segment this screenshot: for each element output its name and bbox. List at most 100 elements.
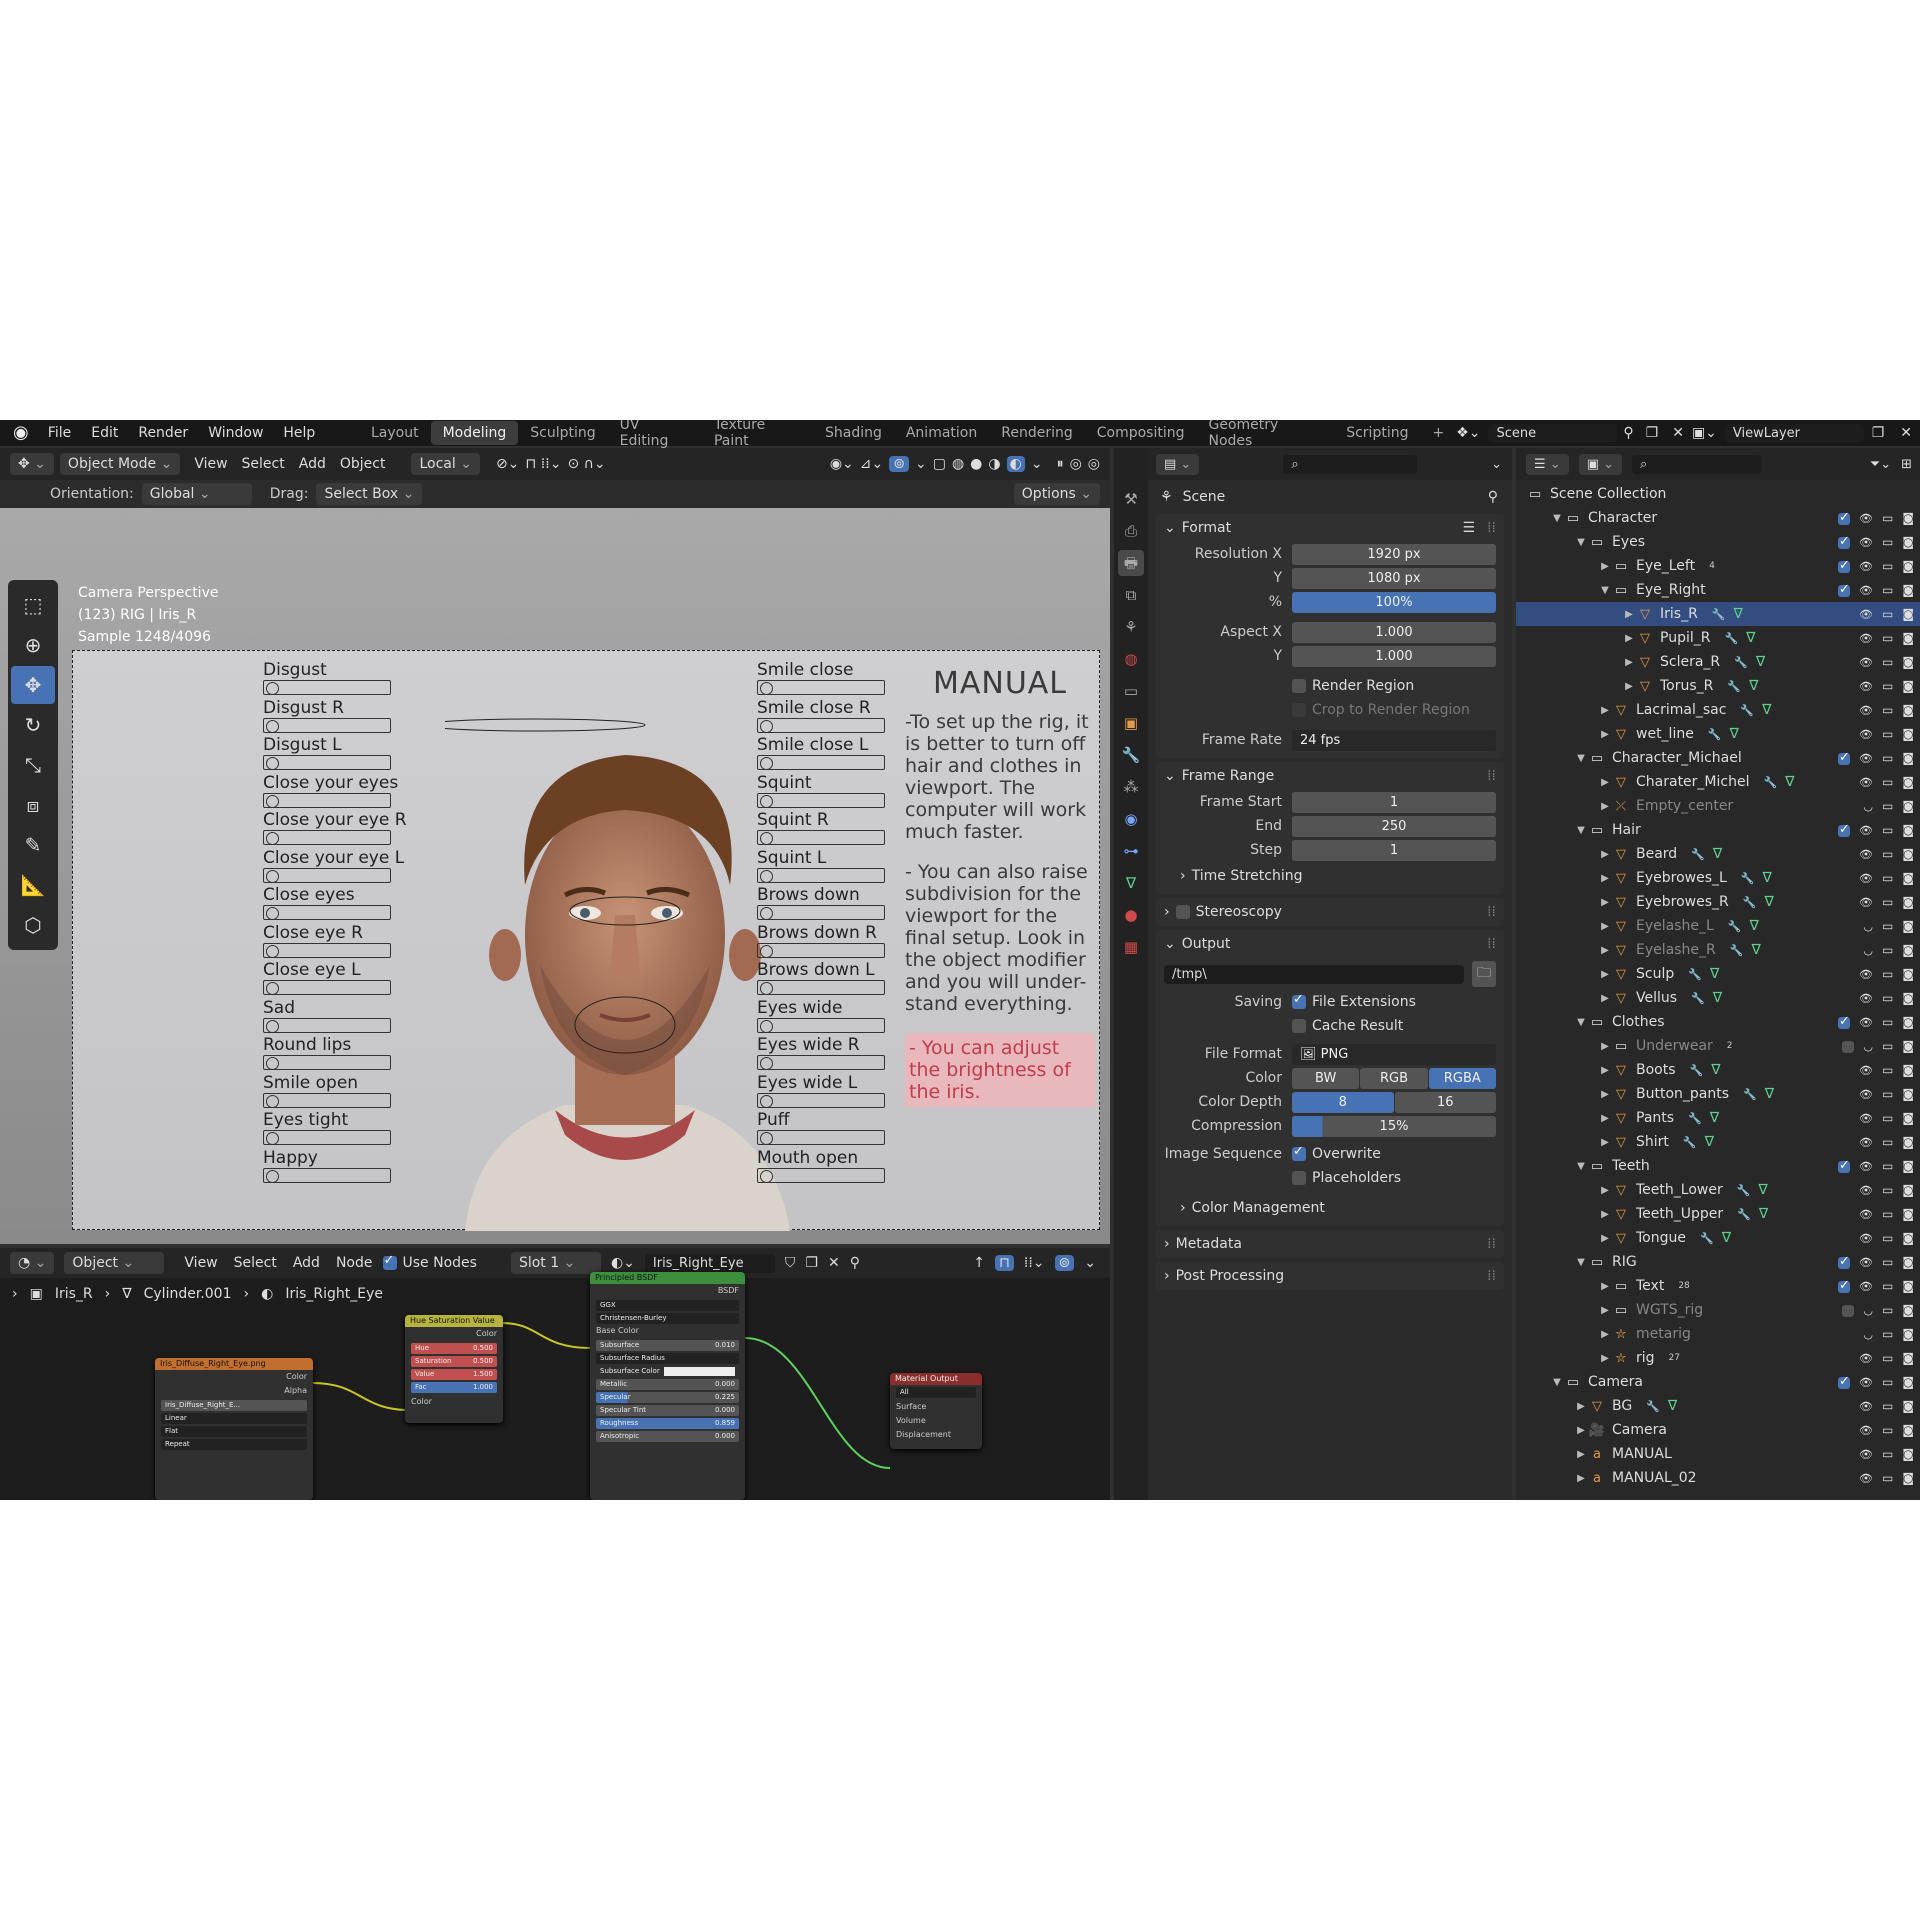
- monitor-icon[interactable]: ▭: [1882, 1231, 1893, 1245]
- expand-arrow-icon[interactable]: ▶: [1598, 1065, 1612, 1076]
- visibility-icon[interactable]: ◉⌄: [830, 456, 854, 472]
- outliner-row-eyes[interactable]: ▼▭Eyes👁▭◙: [1516, 530, 1920, 554]
- monitor-icon[interactable]: ▭: [1882, 1015, 1893, 1029]
- eye-icon[interactable]: 👁: [1859, 584, 1873, 597]
- monitor-icon[interactable]: ▭: [1882, 751, 1893, 765]
- monitor-icon[interactable]: ▭: [1882, 847, 1893, 861]
- chevron-down-icon[interactable]: ⌄: [1491, 457, 1502, 472]
- exclude-checkbox[interactable]: [1838, 510, 1851, 525]
- expand-arrow-icon[interactable]: ▶: [1598, 897, 1612, 908]
- outliner-row-sclera-r[interactable]: ▶ ▽ Sclera_R 🔧 ∇ 👁 ▭ ◙: [1516, 650, 1920, 674]
- texture-tab-icon[interactable]: ▦: [1118, 934, 1144, 960]
- saturation-field[interactable]: Saturation 0.500: [411, 1356, 497, 1367]
- expand-arrow-icon[interactable]: ▶: [1598, 1209, 1612, 1220]
- expand-arrow-icon[interactable]: ▶: [1598, 945, 1612, 956]
- shape-key-slider[interactable]: [757, 755, 885, 770]
- render-region-checkbox[interactable]: Render Region: [1292, 678, 1414, 694]
- monitor-icon[interactable]: ▭: [1882, 799, 1893, 813]
- expand-arrow-icon[interactable]: ▶: [1622, 657, 1636, 668]
- image-file-field[interactable]: Iris_Diffuse_Right_E...: [161, 1400, 307, 1411]
- rendered-shading-icon[interactable]: ◐: [1006, 456, 1025, 472]
- camera-icon[interactable]: ◙: [1902, 1399, 1914, 1413]
- monitor-icon[interactable]: ▭: [1882, 1303, 1893, 1317]
- shape-key-slider[interactable]: [263, 1055, 391, 1070]
- shape-key-control[interactable]: Round lips: [263, 1036, 407, 1074]
- scene-tab-icon[interactable]: ⚘: [1118, 614, 1144, 640]
- expand-arrow-icon[interactable]: ▶: [1622, 681, 1636, 692]
- drag-handle-icon[interactable]: ⁞⁞: [1487, 520, 1496, 536]
- camera-icon[interactable]: ◙: [1902, 1327, 1914, 1341]
- file-format-dropdown[interactable]: 🖼 PNG: [1292, 1043, 1496, 1065]
- constraints-tab-icon[interactable]: ⊶: [1118, 838, 1144, 864]
- overlay-icon[interactable]: ⊚: [889, 456, 909, 472]
- frame-end-field[interactable]: 250: [1292, 815, 1496, 837]
- camera-icon[interactable]: ◙: [1902, 775, 1914, 789]
- color-mode-option[interactable]: BW: [1292, 1067, 1360, 1089]
- outliner-row-hair[interactable]: ▼▭Hair👁▭◙: [1516, 818, 1920, 842]
- tool-tab-icon[interactable]: ⚒: [1118, 486, 1144, 512]
- placeholders-checkbox[interactable]: Placeholders: [1292, 1170, 1401, 1186]
- xray-icon[interactable]: ▢: [933, 456, 946, 472]
- monitor-icon[interactable]: ▭: [1882, 1039, 1893, 1053]
- tab-rendering[interactable]: Rendering: [989, 421, 1085, 445]
- shape-key-slider[interactable]: [757, 1092, 885, 1108]
- shape-key-control[interactable]: Brows down L: [757, 961, 885, 999]
- eye-icon[interactable]: 👁: [1859, 1016, 1873, 1029]
- expand-arrow-icon[interactable]: ▶: [1598, 705, 1612, 716]
- shape-key-control[interactable]: Happy: [263, 1148, 407, 1187]
- monitor-icon[interactable]: ▭: [1882, 1255, 1893, 1269]
- cache-result-checkbox[interactable]: Cache Result: [1292, 1018, 1403, 1034]
- outliner-row-clothes[interactable]: ▼▭Clothes👁▭◙: [1516, 1010, 1920, 1034]
- subsurface-radius-field[interactable]: Subsurface Radius: [596, 1353, 739, 1364]
- output-tab-icon[interactable]: 🖶: [1118, 550, 1144, 576]
- camera-icon[interactable]: ◙: [1902, 1279, 1914, 1293]
- outliner-row-character-michael[interactable]: ▼▭Character_Michael👁▭◙: [1516, 746, 1920, 770]
- expand-arrow-icon[interactable]: ▶: [1598, 561, 1612, 572]
- outliner-row-tongue[interactable]: ▶ ▽ Tongue 🔧 ∇ 👁 ▭ ◙: [1516, 1226, 1920, 1250]
- monitor-icon[interactable]: ▭: [1882, 775, 1893, 789]
- close-view-layer-icon[interactable]: ✕: [1900, 425, 1912, 441]
- camera-icon[interactable]: ◙: [1902, 1255, 1914, 1269]
- shape-key-control[interactable]: Close eye R: [263, 923, 407, 962]
- menu-select[interactable]: Select: [242, 456, 285, 472]
- color-mode-option[interactable]: RGB: [1360, 1067, 1428, 1089]
- camera-icon[interactable]: ◙: [1902, 847, 1914, 861]
- drag-handle-icon[interactable]: ⁞⁞: [1487, 936, 1496, 952]
- outliner-row-pants[interactable]: ▶ ▽ Pants 🔧 ∇ 👁 ▭ ◙: [1516, 1106, 1920, 1130]
- frame-rate-dropdown[interactable]: 24 fps: [1292, 729, 1496, 751]
- outliner-row-rig[interactable]: ▶ ⛥ rig 27 👁 ▭ ◙: [1516, 1346, 1920, 1370]
- outliner-row-scene-collection[interactable]: ▭ Scene Collection: [1516, 482, 1920, 506]
- monitor-icon[interactable]: ▭: [1882, 1471, 1893, 1485]
- eye-icon[interactable]: 👁: [1859, 680, 1873, 693]
- outliner-row-eye-left[interactable]: ▶▭Eye_Left4👁▭◙: [1516, 554, 1920, 578]
- eye-icon[interactable]: 👁: [1859, 1376, 1873, 1389]
- resolution-x-field[interactable]: 1920 px: [1292, 543, 1496, 565]
- eye-icon[interactable]: ◡: [1863, 920, 1873, 933]
- outliner-row-beard[interactable]: ▶ ▽ Beard 🔧 ∇ 👁 ▭ ◙: [1516, 842, 1920, 866]
- expand-arrow-icon[interactable]: ▶: [1598, 1233, 1612, 1244]
- expand-arrow-icon[interactable]: ▶: [1574, 1425, 1588, 1436]
- solid-shading-icon[interactable]: ●: [970, 456, 982, 472]
- shape-key-slider[interactable]: [263, 867, 391, 883]
- camera-icon[interactable]: ◙: [1902, 1447, 1914, 1461]
- presets-icon[interactable]: ☰: [1463, 520, 1476, 536]
- subsurface-field[interactable]: Subsurface 0.010: [596, 1340, 739, 1351]
- outliner-row-teeth-upper[interactable]: ▶ ▽ Teeth_Upper 🔧 ∇ 👁 ▭ ◙: [1516, 1202, 1920, 1226]
- monitor-icon[interactable]: ▭: [1882, 1183, 1893, 1197]
- eye-icon[interactable]: 👁: [1859, 776, 1873, 789]
- exclude-checkbox[interactable]: [1842, 1303, 1855, 1317]
- shape-key-slider[interactable]: [263, 755, 391, 770]
- expand-arrow-icon[interactable]: ▼: [1574, 1257, 1588, 1268]
- expand-arrow-icon[interactable]: ▶: [1598, 1281, 1612, 1292]
- camera-icon[interactable]: ◙: [1902, 655, 1914, 669]
- scene-field[interactable]: Scene: [1488, 423, 1618, 443]
- shape-key-slider[interactable]: [757, 1167, 885, 1183]
- scale-icon[interactable]: ⤡: [11, 746, 55, 784]
- outliner-row-empty-center[interactable]: ▶ ⤫ Empty_center ◡ ▭ ◙: [1516, 794, 1920, 818]
- camera-icon[interactable]: ◙: [1902, 1375, 1914, 1389]
- compression-slider[interactable]: 15%: [1292, 1115, 1496, 1137]
- camera-icon[interactable]: ◙: [1902, 583, 1914, 597]
- exclude-checkbox[interactable]: [1838, 1158, 1851, 1173]
- eye-icon[interactable]: 👁: [1859, 512, 1873, 525]
- menu-object[interactable]: Object: [340, 456, 386, 472]
